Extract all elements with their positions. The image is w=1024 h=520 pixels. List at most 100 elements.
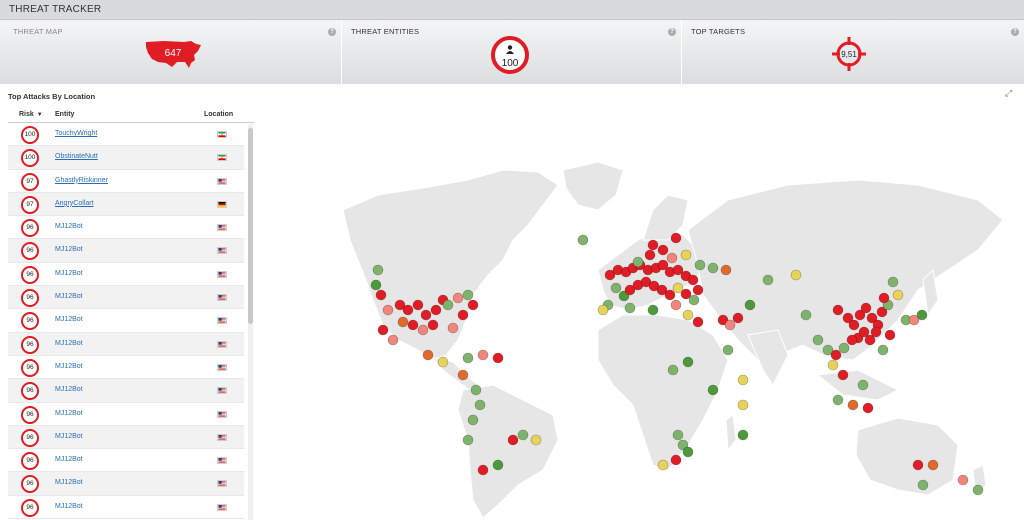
entity-link[interactable]: MJ12Bot <box>55 386 83 393</box>
tile-threat-map[interactable]: THREAT MAP ? 647 <box>0 20 341 84</box>
threat-marker[interactable] <box>688 294 700 306</box>
threat-marker[interactable] <box>744 299 756 311</box>
table-row[interactable]: 96 MJ12Bot <box>8 239 244 263</box>
threat-marker[interactable] <box>887 276 899 288</box>
threat-marker[interactable] <box>692 284 704 296</box>
threat-marker[interactable] <box>737 399 749 411</box>
threat-marker[interactable] <box>647 304 659 316</box>
entity-link[interactable]: MJ12Bot <box>55 410 83 417</box>
threat-marker[interactable] <box>624 302 636 314</box>
threat-marker[interactable] <box>870 326 882 338</box>
threat-marker[interactable] <box>732 312 744 324</box>
threat-marker[interactable] <box>467 414 479 426</box>
threat-marker[interactable] <box>667 364 679 376</box>
threat-marker[interactable] <box>387 334 399 346</box>
threat-marker[interactable] <box>917 479 929 491</box>
threat-marker[interactable] <box>672 429 684 441</box>
threat-marker[interactable] <box>644 249 656 261</box>
threat-marker[interactable] <box>477 349 489 361</box>
column-risk[interactable]: Risk ▼ <box>19 111 43 118</box>
threat-marker[interactable] <box>462 289 474 301</box>
threat-marker[interactable] <box>577 234 589 246</box>
threat-marker[interactable] <box>830 349 842 361</box>
threat-marker[interactable] <box>912 459 924 471</box>
threat-marker[interactable] <box>412 299 424 311</box>
table-row[interactable]: 96 MJ12Bot <box>8 449 244 473</box>
scrollbar-thumb[interactable] <box>248 128 253 324</box>
table-row[interactable]: 96 MJ12Bot <box>8 216 244 240</box>
threat-marker[interactable] <box>670 232 682 244</box>
threat-marker[interactable] <box>957 474 969 486</box>
threat-marker[interactable] <box>832 304 844 316</box>
threat-marker[interactable] <box>477 464 489 476</box>
threat-marker[interactable] <box>720 264 732 276</box>
threat-marker[interactable] <box>877 344 889 356</box>
table-row[interactable]: 96 MJ12Bot <box>8 472 244 496</box>
threat-marker[interactable] <box>457 369 469 381</box>
entity-link[interactable]: MJ12Bot <box>55 270 83 277</box>
help-icon[interactable]: ? <box>1011 28 1019 36</box>
threat-marker[interactable] <box>492 352 504 364</box>
threat-marker[interactable] <box>382 304 394 316</box>
entity-link[interactable]: TouchyWright <box>55 130 97 137</box>
threat-marker[interactable] <box>670 299 682 311</box>
table-row[interactable]: 96 MJ12Bot <box>8 496 244 520</box>
threat-marker[interactable] <box>847 399 859 411</box>
threat-marker[interactable] <box>737 374 749 386</box>
threat-marker[interactable] <box>860 302 872 314</box>
threat-marker[interactable] <box>372 264 384 276</box>
table-row[interactable]: 100 ObstinateNutt <box>8 146 244 170</box>
threat-marker[interactable] <box>610 282 622 294</box>
threat-marker[interactable] <box>848 319 860 331</box>
threat-marker[interactable] <box>832 394 844 406</box>
threat-marker[interactable] <box>694 259 706 271</box>
help-icon[interactable]: ? <box>328 28 336 36</box>
expand-icon[interactable]: ⤢ <box>1005 88 1012 99</box>
threat-marker[interactable] <box>597 304 609 316</box>
threat-marker[interactable] <box>507 434 519 446</box>
entity-link[interactable]: MJ12Bot <box>55 363 83 370</box>
threat-marker[interactable] <box>462 352 474 364</box>
entity-link[interactable]: MJ12Bot <box>55 246 83 253</box>
threat-marker[interactable] <box>370 279 382 291</box>
entity-link[interactable]: ObstinateNutt <box>55 153 98 160</box>
threat-marker[interactable] <box>846 334 858 346</box>
threat-marker[interactable] <box>647 239 659 251</box>
threat-marker[interactable] <box>457 309 469 321</box>
threat-marker[interactable] <box>800 309 812 321</box>
threat-marker[interactable] <box>707 384 719 396</box>
threat-marker[interactable] <box>517 429 529 441</box>
threat-marker[interactable] <box>790 269 802 281</box>
entity-link[interactable]: MJ12Bot <box>55 433 83 440</box>
threat-marker[interactable] <box>916 309 928 321</box>
threat-marker[interactable] <box>682 309 694 321</box>
threat-marker[interactable] <box>707 262 719 274</box>
threat-marker[interactable] <box>462 434 474 446</box>
table-row[interactable]: 96 MJ12Bot <box>8 379 244 403</box>
threat-marker[interactable] <box>430 304 442 316</box>
threat-marker[interactable] <box>862 402 874 414</box>
threat-marker[interactable] <box>417 324 429 336</box>
threat-marker[interactable] <box>682 446 694 458</box>
threat-marker[interactable] <box>666 252 678 264</box>
help-icon[interactable]: ? <box>668 28 676 36</box>
threat-marker[interactable] <box>467 299 479 311</box>
table-row[interactable]: 96 MJ12Bot <box>8 403 244 426</box>
threat-marker[interactable] <box>664 289 676 301</box>
threat-marker[interactable] <box>737 429 749 441</box>
world-map[interactable] <box>258 100 1024 520</box>
threat-marker[interactable] <box>692 316 704 328</box>
threat-marker[interactable] <box>397 316 409 328</box>
threat-marker[interactable] <box>878 292 890 304</box>
threat-marker[interactable] <box>837 369 849 381</box>
threat-marker[interactable] <box>470 384 482 396</box>
table-row[interactable]: 97 GhastlyRiskinner <box>8 170 244 193</box>
threat-marker[interactable] <box>972 484 984 496</box>
threat-marker[interactable] <box>377 324 389 336</box>
table-row[interactable]: 100 TouchyWright <box>8 123 244 147</box>
table-row[interactable]: 97 AngryCollart <box>8 192 244 217</box>
threat-marker[interactable] <box>474 399 486 411</box>
scrollbar[interactable] <box>248 124 253 520</box>
threat-marker[interactable] <box>657 244 669 256</box>
threat-marker[interactable] <box>762 274 774 286</box>
